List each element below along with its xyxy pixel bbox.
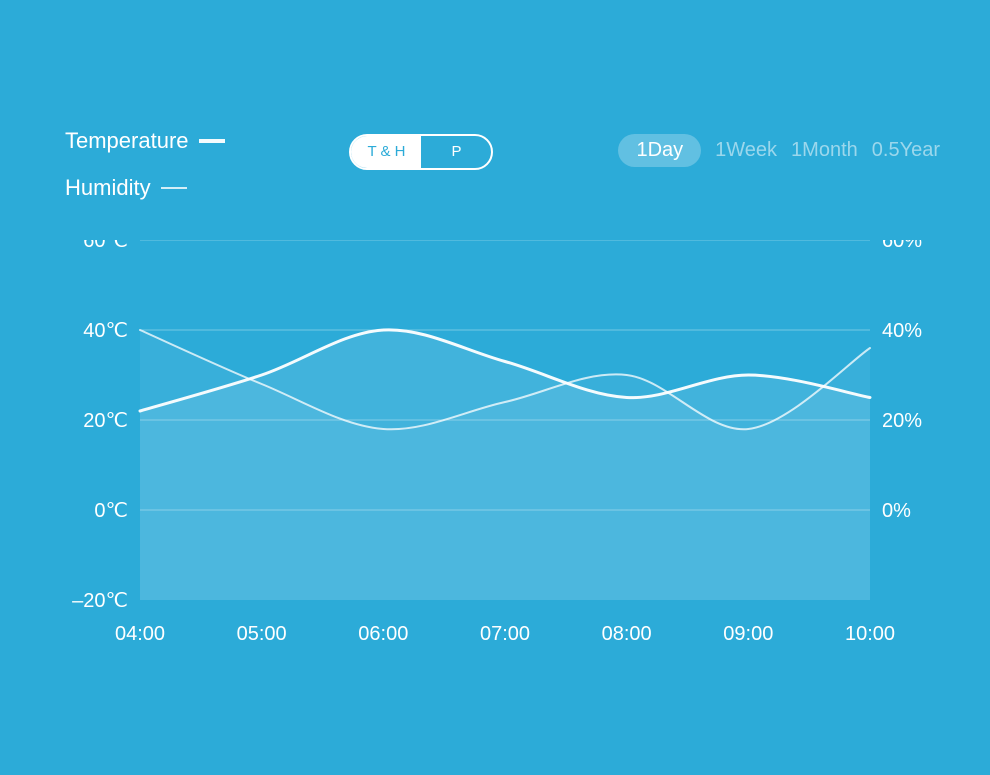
mode-p[interactable]: P [421, 136, 491, 168]
y-right-tick: 0% [882, 500, 911, 522]
x-tick: 08:00 [602, 623, 652, 645]
range-group: 1Day 1Week 1Month 0.5Year [618, 134, 940, 167]
y-left-tick: –20℃ [72, 590, 128, 612]
range-1month[interactable]: 1Month [791, 139, 858, 162]
x-tick: 10:00 [845, 623, 895, 645]
y-right-tick: 60% [882, 240, 922, 252]
y-left-tick: 40℃ [83, 320, 128, 342]
legend: Temperature Humidity [65, 130, 225, 224]
legend-humidity-label: Humidity [65, 177, 151, 199]
legend-humidity-swatch [161, 187, 187, 189]
x-tick: 09:00 [723, 623, 773, 645]
header-controls: Temperature Humidity T & H P 1Day 1Week … [65, 130, 940, 224]
range-1week[interactable]: 1Week [715, 139, 777, 162]
legend-humidity: Humidity [65, 177, 225, 199]
legend-temperature: Temperature [65, 130, 225, 152]
y-left-tick: 20℃ [83, 410, 128, 432]
chart-svg: 60℃ 40℃ 20℃ 0℃ –20℃ 60% 40% 20% 0% 04:00 05:00 06:0… [60, 240, 940, 670]
legend-temperature-label: Temperature [65, 130, 189, 152]
legend-temperature-swatch [199, 139, 225, 143]
y-right-tick: 20% [882, 410, 922, 432]
mode-th[interactable]: T & H [351, 136, 421, 168]
chart: 60℃ 40℃ 20℃ 0℃ –20℃ 60% 40% 20% 0% 04:00 05:00 06:0… [60, 240, 940, 675]
y-right-tick: 40% [882, 320, 922, 342]
y-left-tick: 60℃ [83, 240, 128, 252]
mode-toggle[interactable]: T & H P [349, 134, 493, 170]
x-tick: 06:00 [358, 623, 408, 645]
range-05year[interactable]: 0.5Year [872, 139, 940, 162]
x-tick: 07:00 [480, 623, 530, 645]
y-left-tick: 0℃ [94, 500, 128, 522]
x-tick: 04:00 [115, 623, 165, 645]
range-1day[interactable]: 1Day [618, 134, 701, 167]
x-tick: 05:00 [237, 623, 287, 645]
